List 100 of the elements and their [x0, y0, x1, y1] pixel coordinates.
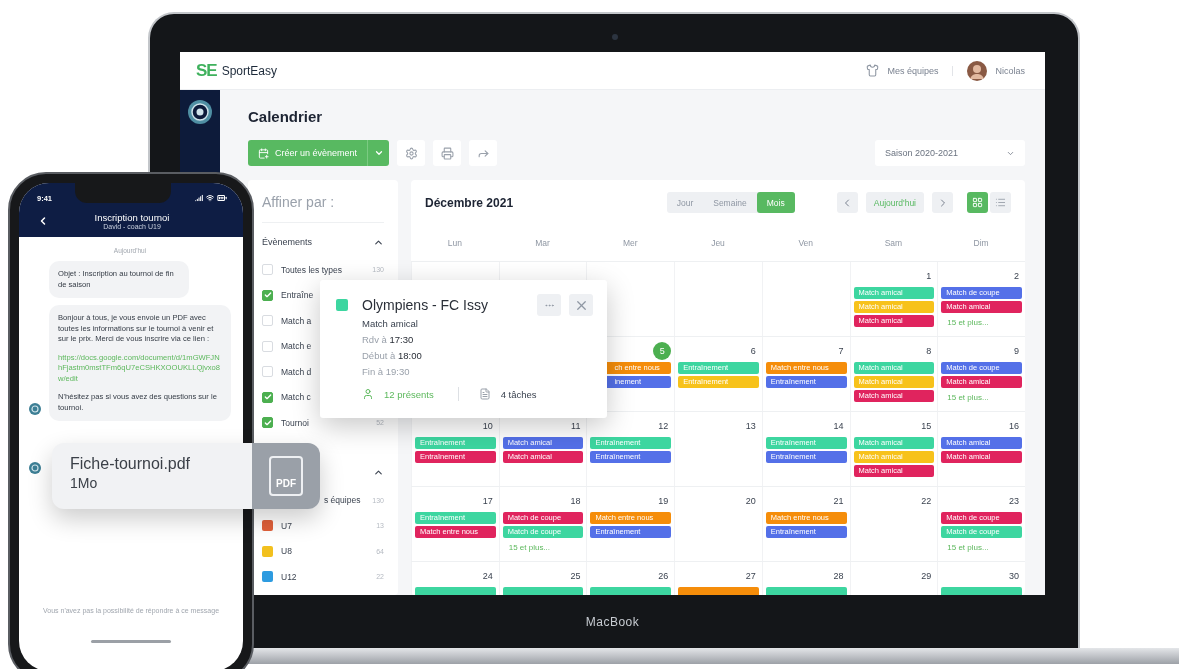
filter-label: U12 — [281, 571, 297, 582]
today-date: 5 — [653, 342, 672, 360]
logo-mark: SE — [196, 60, 217, 81]
day-number: 2 — [1014, 271, 1020, 281]
sender-avatar — [29, 462, 41, 474]
filter-label: Match e — [281, 341, 312, 352]
month-title: Décembre 2021 — [425, 195, 514, 210]
file-name: Fiche-tournoi.pdf — [70, 455, 192, 473]
person-icon — [362, 388, 374, 400]
day-number: 14 — [833, 421, 845, 431]
event-time: Fin à 19:30 — [362, 366, 410, 377]
day-number: 30 — [1009, 571, 1020, 581]
day-number: 25 — [570, 571, 582, 581]
day-number: 6 — [750, 346, 757, 356]
day-number: 23 — [1009, 496, 1020, 506]
calendar-plus-icon — [258, 147, 269, 159]
day-number: 22 — [921, 496, 933, 506]
filter-title: Affiner par : — [262, 188, 384, 223]
teams-link[interactable]: Mes équipes — [887, 65, 954, 76]
more-link[interactable]: 15 et plus... — [941, 393, 1022, 402]
conversation-title: Inscription tournoi — [94, 212, 170, 223]
brand-name: SportEasy — [221, 63, 278, 78]
day-number: 10 — [482, 421, 494, 431]
filter-label: Entraîne — [281, 290, 314, 301]
day-number: 20 — [745, 496, 757, 506]
file-size: 1Mo — [70, 475, 99, 491]
weekday-label: Lun — [446, 238, 463, 248]
filter-label: Match d — [281, 366, 312, 377]
day-number: 26 — [658, 571, 670, 581]
day-number: 7 — [838, 346, 845, 356]
weekday-label: Sam — [883, 238, 904, 248]
pdf-file-icon: PDF — [269, 456, 303, 496]
day-number: 21 — [833, 496, 845, 506]
weekday-label: Ven — [797, 238, 815, 248]
next-button[interactable] — [932, 192, 953, 213]
more-button[interactable] — [537, 294, 561, 316]
camera-dot — [612, 34, 618, 40]
filter-label: Match c — [281, 392, 311, 403]
checkbox[interactable] — [262, 391, 273, 403]
grid-view-button[interactable] — [967, 192, 988, 213]
device-label: MacBook — [585, 614, 640, 629]
weekday-label: Jeu — [710, 238, 726, 248]
attachment-card[interactable]: Fiche-tournoi.pdf 1Mo PDF — [52, 443, 320, 509]
list-view-button[interactable] — [990, 192, 1011, 213]
close-button[interactable] — [569, 294, 593, 316]
weekday-label: Dim — [972, 238, 990, 248]
section-title: Évènements — [262, 237, 313, 247]
shirt-icon[interactable] — [866, 64, 880, 77]
day-number: 27 — [745, 571, 757, 581]
filter-label: Tournoi — [281, 417, 309, 428]
filter-label: Match a — [281, 315, 312, 326]
page-title: Calendrier — [248, 107, 324, 127]
day-number: 12 — [658, 421, 670, 431]
event-type: Match amical — [362, 318, 419, 329]
view-tab[interactable]: Mois — [756, 192, 795, 213]
day-number: 24 — [482, 571, 494, 581]
list-icon — [995, 197, 1006, 208]
settings-button[interactable] — [397, 140, 426, 166]
club-badge-icon[interactable] — [188, 100, 212, 124]
dropdown-button[interactable] — [367, 140, 390, 166]
filter-label: Toutes les types — [281, 264, 342, 275]
more-link[interactable]: 15 et plus... — [502, 543, 584, 552]
tasks-link[interactable]: 4 tâches — [500, 388, 537, 400]
day-number: 1 — [926, 271, 933, 281]
print-button[interactable] — [433, 140, 462, 166]
day-number: 9 — [1014, 346, 1020, 356]
day-number: 18 — [570, 496, 582, 506]
season-select[interactable]: Saison 2020-2021 — [875, 140, 1025, 166]
day-number: 19 — [658, 496, 670, 506]
wifi-icon — [206, 194, 214, 202]
more-link[interactable]: 15 et plus... — [941, 318, 1022, 327]
attendance-link[interactable]: 12 présents — [384, 388, 434, 400]
create-event-button[interactable]: Créer un évènement — [248, 140, 368, 166]
event-time: Début à 18:00 — [362, 350, 422, 361]
event-title: Olympiens - FC Issy — [362, 297, 488, 313]
day-number: 13 — [745, 421, 757, 431]
day-number: 16 — [1009, 421, 1020, 431]
event-time: Rdv à 17:30 — [362, 334, 414, 345]
day-number: 29 — [921, 571, 933, 581]
view-tab[interactable]: Semaine — [703, 192, 757, 213]
user-name[interactable]: Nicolas — [995, 65, 1025, 76]
today-button[interactable]: Aujourd'hui — [865, 192, 924, 213]
battery-icon — [217, 193, 227, 203]
filter-label: U8 — [281, 546, 292, 557]
day-number: 17 — [482, 496, 494, 506]
user-avatar[interactable] — [967, 60, 988, 81]
grid-icon — [972, 197, 983, 208]
previous-button[interactable] — [836, 192, 858, 213]
share-button[interactable] — [469, 140, 498, 166]
view-tab[interactable]: Jour — [666, 192, 704, 213]
more-link[interactable]: 15 et plus... — [941, 543, 1022, 552]
caret-icon — [373, 148, 384, 158]
checkbox[interactable] — [262, 289, 273, 301]
day-number: 28 — [833, 571, 845, 581]
document-icon — [478, 388, 491, 400]
day-number: 8 — [926, 346, 933, 356]
checkbox[interactable] — [262, 417, 273, 429]
weekday-label: Mar — [534, 238, 551, 248]
filter-label: s équipes — [323, 495, 361, 506]
weekday-label: Mer — [621, 238, 639, 248]
